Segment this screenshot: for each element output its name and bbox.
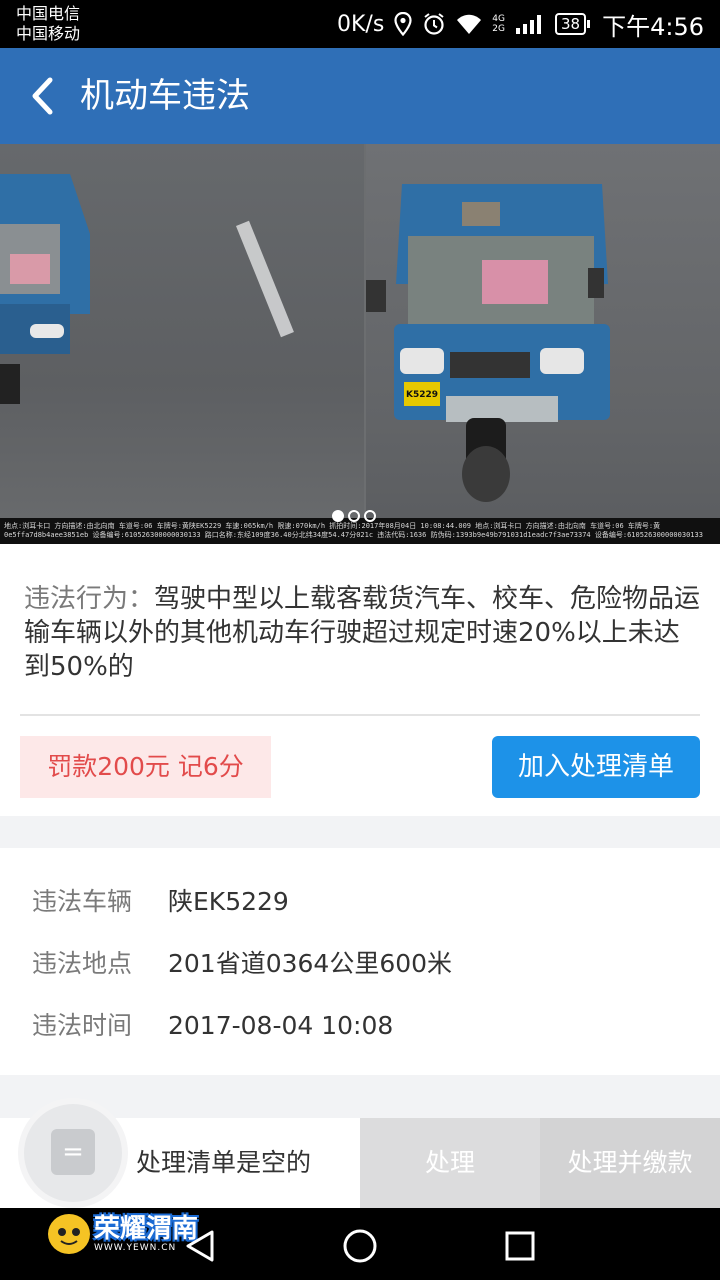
carousel-dot-3[interactable]: [364, 510, 376, 522]
square-recents-icon: [505, 1231, 535, 1261]
list-icon: =: [51, 1129, 95, 1175]
network-type-2: 2G: [492, 24, 505, 34]
carousel-dot-2[interactable]: [348, 510, 360, 522]
empty-list-text: 处理清单是空的: [136, 1148, 312, 1177]
violation-description: 违法行为：驾驶中型以上载客载货汽车、校车、危险物品运输车辆以外的其他机动车行驶超…: [24, 582, 704, 684]
penalty-badge: 罚款200元 记6分: [20, 736, 271, 798]
system-navigation-bar: 荣耀渭南 WWW.YEWN.CN: [0, 1208, 720, 1280]
carousel-indicator: [332, 510, 376, 522]
nav-back-button[interactable]: [180, 1226, 220, 1266]
carrier-info: 中国电信 中国移动: [16, 4, 80, 44]
status-time: 下午4:56: [602, 12, 704, 41]
photo-caption-line-1: 地点:浏耳卡口 方向描述:由北向南 车道号:06 车牌号:黄陕EK5229 车速…: [4, 522, 661, 530]
page-title: 机动车违法: [80, 76, 250, 116]
detail-key: 违法时间: [32, 1011, 133, 1040]
status-bar: 中国电信 中国移动 0K/s 4G 2G 38 下午4:56: [0, 0, 720, 48]
detail-value: 陕EK5229: [168, 887, 289, 916]
detail-value: 201省道0364公里600米: [168, 949, 453, 978]
circle-home-icon: [343, 1229, 377, 1263]
network-types: 4G 2G: [492, 14, 505, 34]
process-and-pay-button[interactable]: 处理并缴款: [540, 1118, 720, 1208]
violation-photo-left: [0, 144, 364, 544]
violation-details-card: 违法车辆 陕EK5229 违法地点 201省道0364公里600米 违法时间 2017…: [0, 848, 720, 1075]
carrier-1: 中国电信: [16, 4, 81, 23]
violation-photo-carousel[interactable]: K5229 地点:浏耳卡口 方向描述:由北向南 车道号:06 车牌号:黄陕EK5…: [0, 144, 720, 544]
battery-icon: 38: [555, 13, 591, 35]
carousel-dot-1[interactable]: [332, 510, 344, 522]
status-icons: 0K/s 4G 2G 38 下午4:56: [336, 8, 704, 41]
net-speed: 0K/s: [336, 11, 385, 37]
carrier-2: 中国移动: [16, 24, 81, 43]
back-button[interactable]: [14, 66, 70, 126]
process-button[interactable]: 处理: [360, 1118, 540, 1208]
process-list-button[interactable]: =: [24, 1104, 122, 1202]
violation-label: 违法行为：: [24, 584, 155, 614]
lane-marking: [236, 220, 294, 338]
license-plate: K5229: [405, 390, 439, 400]
detail-value: 2017-08-04 10:08: [168, 1011, 394, 1040]
detail-row-vehicle: 违法车辆 陕EK5229: [32, 884, 289, 920]
wifi-icon: [457, 14, 482, 34]
nav-home-button[interactable]: [340, 1226, 380, 1266]
triangle-back-icon: [186, 1230, 214, 1262]
violation-card: 违法行为：驾驶中型以上载客载货汽车、校车、危险物品运输车辆以外的其他机动车行驶超…: [0, 544, 720, 816]
truck-image-right: [366, 184, 610, 502]
chevron-left-icon: [32, 77, 53, 115]
location-icon: [394, 12, 412, 36]
signal-icon: [516, 15, 541, 34]
nav-recents-button[interactable]: [500, 1226, 540, 1266]
detail-key: 违法车辆: [32, 887, 133, 916]
violation-photo-right: K5229: [366, 144, 720, 544]
photo-caption-line-2: 0e5ffa7d8b4aee3851eb 设备编号:61052630000003…: [4, 531, 703, 539]
detail-row-time: 违法时间 2017-08-04 10:08: [32, 1008, 393, 1044]
bottom-action-bar: = 处理清单是空的 处理 处理并缴款: [0, 1104, 720, 1208]
app-bar: 机动车违法: [0, 48, 720, 144]
divider: [20, 714, 700, 716]
add-to-list-button[interactable]: 加入处理清单: [492, 736, 700, 798]
network-type-1: 4G: [492, 14, 505, 24]
detail-row-location: 违法地点 201省道0364公里600米: [32, 946, 452, 982]
truck-image-left: [0, 174, 90, 404]
alarm-icon: [424, 13, 444, 35]
bee-mascot-icon: [48, 1214, 90, 1254]
watermark-logo: 荣耀渭南 WWW.YEWN.CN: [48, 1212, 198, 1256]
detail-key: 违法地点: [32, 949, 133, 978]
